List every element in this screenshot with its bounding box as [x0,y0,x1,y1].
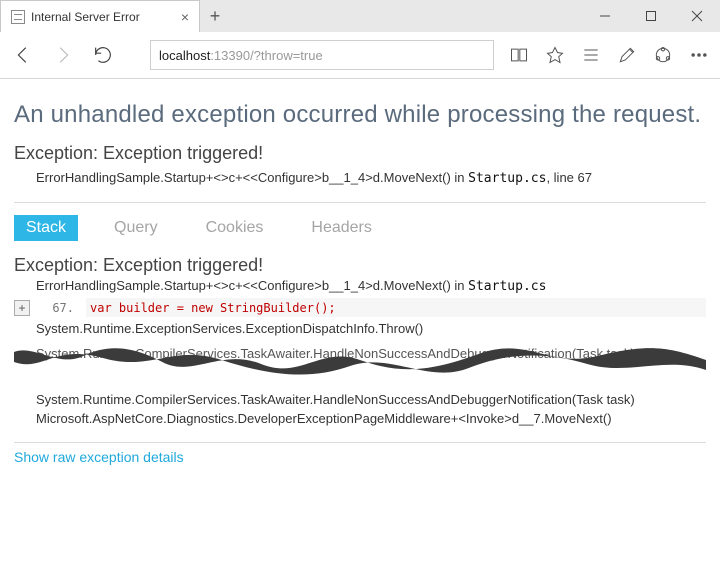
browser-chrome: Internal Server Error × + localhost:1339… [0,0,720,79]
summary-file: Startup.cs [468,171,546,186]
stack-frame-2: System.Runtime.CompilerServices.TaskAwai… [14,390,706,409]
toolbar: localhost:13390/?throw=true [0,32,720,78]
favorite-icon[interactable] [544,44,566,66]
hub-icon[interactable] [580,44,602,66]
summary-line: , line 67 [546,170,592,185]
refresh-button[interactable] [90,42,116,68]
back-button[interactable] [10,42,36,68]
detail-tabs: Stack Query Cookies Headers [14,215,706,241]
window-controls [582,0,720,32]
stack-trace: ErrorHandlingSample.Startup+<>c+<<Config… [14,276,706,428]
reading-view-icon[interactable] [508,44,530,66]
divider [14,442,706,443]
exception-header: Exception: Exception triggered! [14,143,706,164]
stack-frame-1: System.Runtime.ExceptionServices.Excepti… [14,319,706,338]
tab-headers[interactable]: Headers [299,215,383,241]
maximize-button[interactable] [628,0,674,32]
browser-tab[interactable]: Internal Server Error × [0,0,200,32]
tab-bar: Internal Server Error × + [0,0,720,32]
minimize-button[interactable] [582,0,628,32]
source-code: var builder = new StringBuilder(); [90,301,336,315]
divider [14,202,706,203]
tab-cookies[interactable]: Cookies [194,215,276,241]
forward-button[interactable] [50,42,76,68]
close-window-button[interactable] [674,0,720,32]
expand-button[interactable]: + [14,300,30,316]
close-tab-icon[interactable]: × [181,10,189,24]
tab-title: Internal Server Error [31,10,175,24]
torn-section: System.Runtime.CompilerServices.TaskAwai… [14,342,706,378]
page-title: An unhandled exception occurred while pr… [14,101,706,129]
summary-frame-text: ErrorHandlingSample.Startup+<>c+<<Config… [36,170,468,185]
stack-frame-0-file: Startup.cs [468,279,546,294]
source-line-row: + 67. var builder = new StringBuilder(); [14,298,706,317]
url-host: localhost [159,48,210,63]
new-tab-button[interactable]: + [200,0,230,32]
page-favicon-icon [11,10,25,24]
web-note-icon[interactable] [616,44,638,66]
address-bar[interactable]: localhost:13390/?throw=true [150,40,494,70]
more-icon[interactable] [688,44,710,66]
toolbar-icons [508,44,710,66]
url-rest: :13390/?throw=true [210,48,322,63]
stack-frame-0: ErrorHandlingSample.Startup+<>c+<<Config… [14,276,706,296]
share-icon[interactable] [652,44,674,66]
show-raw-link[interactable]: Show raw exception details [14,449,184,465]
stack-frame-3: Microsoft.AspNetCore.Diagnostics.Develop… [14,409,706,428]
error-page: An unhandled exception occurred while pr… [0,79,720,467]
tab-query[interactable]: Query [102,215,170,241]
line-number: 67. [34,301,82,315]
tab-stack[interactable]: Stack [14,215,78,241]
summary-frame: ErrorHandlingSample.Startup+<>c+<<Config… [14,164,706,196]
stack-exception-header: Exception: Exception triggered! [14,255,706,276]
